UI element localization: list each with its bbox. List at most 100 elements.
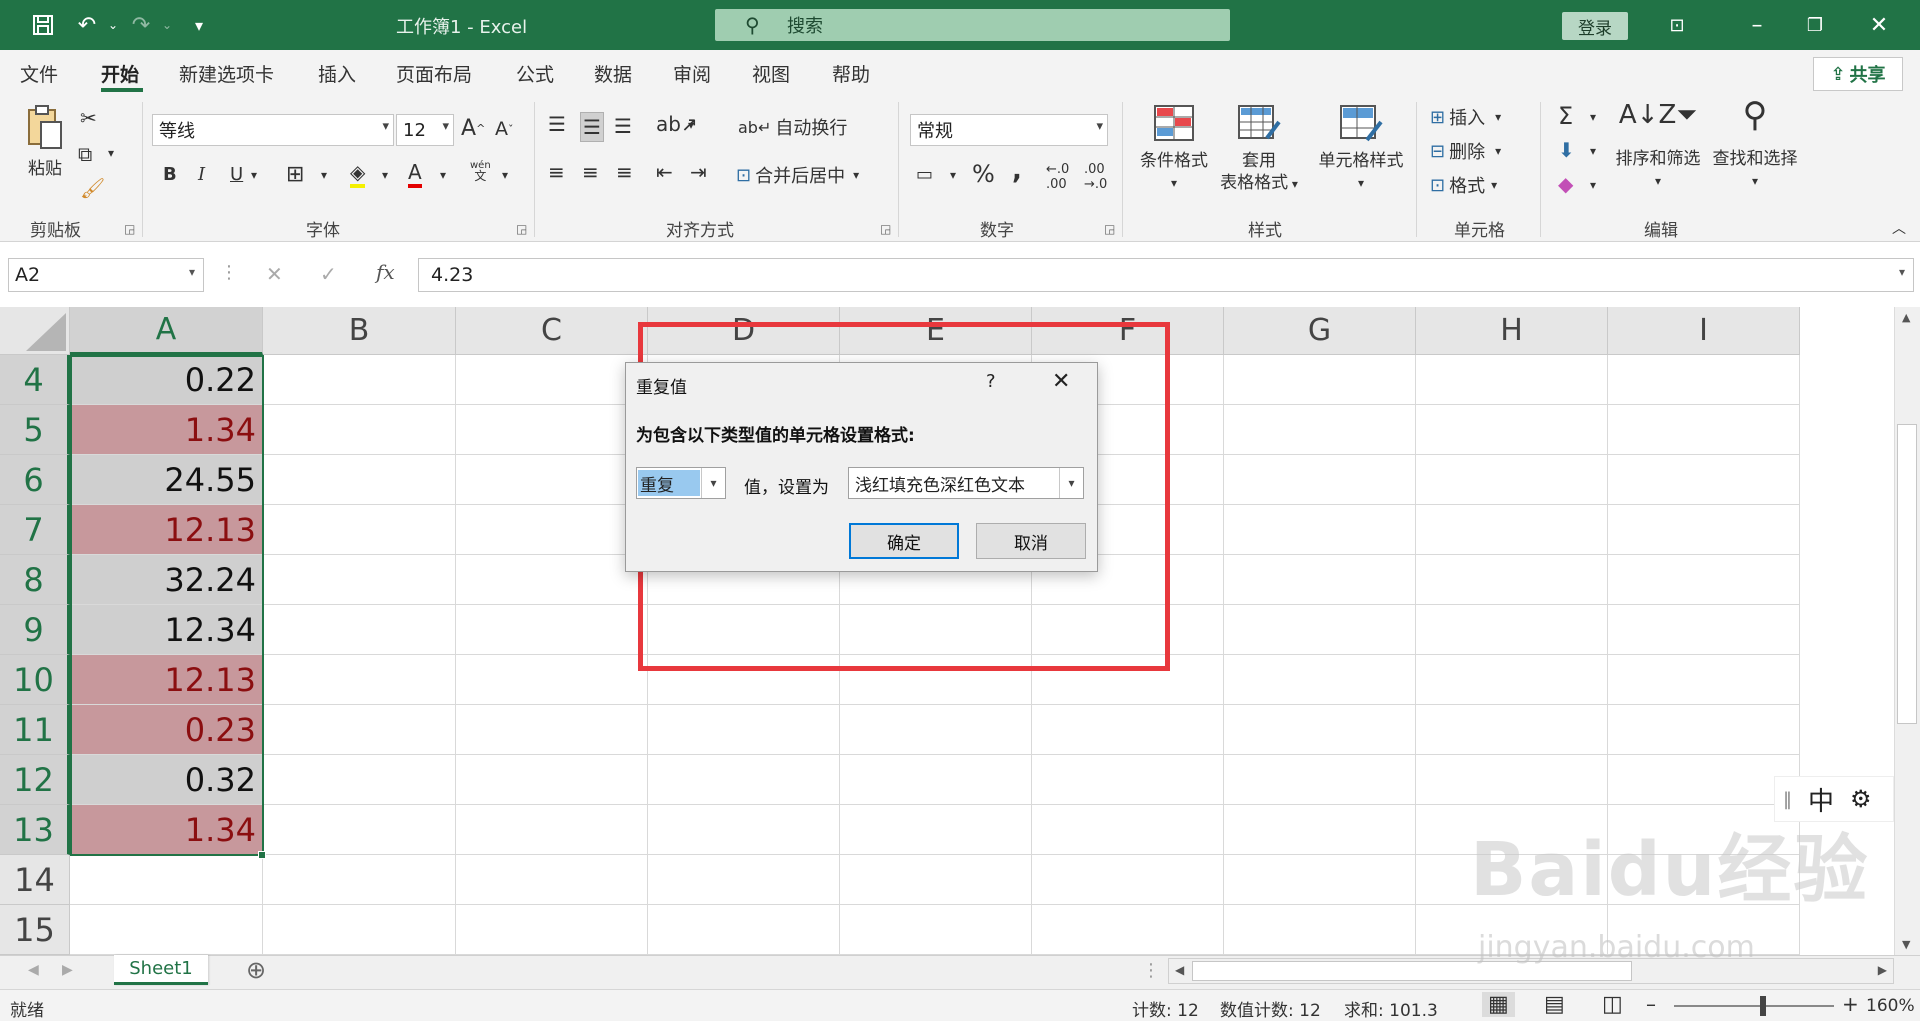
zoom-out-icon[interactable]: – [1646, 992, 1656, 1016]
italic-button[interactable]: I [198, 164, 205, 185]
normal-view-icon[interactable]: ▦ [1482, 992, 1515, 1017]
clipboard-launcher-icon[interactable]: ◲ [124, 222, 135, 236]
cancel-entry-icon[interactable]: ✕ [266, 262, 283, 286]
grid-cell[interactable] [456, 355, 648, 405]
grid-cell[interactable] [1608, 755, 1800, 805]
row-header[interactable]: 14 [0, 855, 70, 905]
column-header-i[interactable]: I [1608, 307, 1800, 355]
underline-dropdown-icon[interactable]: ▾ [251, 168, 257, 182]
phonetic-icon[interactable]: wén 文 [470, 160, 491, 182]
page-layout-view-icon[interactable]: ▤ [1544, 992, 1565, 1017]
cell-a[interactable] [70, 855, 263, 905]
accounting-dropdown-icon[interactable]: ▾ [950, 168, 956, 182]
comma-button[interactable]: , [1012, 156, 1022, 186]
grid-cell[interactable] [1416, 405, 1608, 455]
grid-cell[interactable] [263, 855, 456, 905]
row-header[interactable]: 5 [0, 405, 70, 455]
grid-cell[interactable] [840, 905, 1032, 955]
ribbon-display-icon[interactable]: ⊡ [1660, 8, 1694, 42]
grid-cell[interactable] [840, 805, 1032, 855]
alignment-launcher-icon[interactable]: ◲ [880, 222, 891, 236]
percent-button[interactable]: % [972, 160, 995, 188]
accounting-format-icon[interactable]: ▭ [916, 164, 933, 185]
fill-handle[interactable] [258, 851, 266, 859]
grid-cell[interactable] [648, 805, 840, 855]
row-header[interactable]: 15 [0, 905, 70, 955]
tab-page-layout[interactable]: 页面布局 [396, 60, 472, 87]
merge-center-button[interactable]: ⊡ 合并后居中 ▾ [736, 162, 859, 188]
wrap-text-button[interactable]: ab↵ 自动换行 [738, 114, 847, 140]
tab-file[interactable]: 文件 [20, 60, 58, 87]
grid-cell[interactable] [1608, 655, 1800, 705]
autosum-dropdown-icon[interactable]: ▾ [1590, 110, 1596, 124]
zoom-slider-thumb[interactable] [1760, 996, 1766, 1016]
help-button[interactable]: ? [986, 371, 996, 392]
grid-cell[interactable] [1608, 605, 1800, 655]
ok-button[interactable]: 确定 [849, 523, 959, 559]
grid-cell[interactable] [1032, 905, 1224, 955]
grid-cell[interactable] [1224, 355, 1416, 405]
gear-icon[interactable]: ⚙ [1850, 785, 1872, 813]
scroll-down-icon[interactable]: ▼ [1902, 938, 1910, 951]
cut-icon[interactable]: ✂ [80, 106, 97, 130]
grid-cell[interactable] [456, 555, 648, 605]
tab-home[interactable]: 开始 [101, 60, 139, 87]
format-as-table-button[interactable]: 套用 表格格式 ▾ [1214, 104, 1304, 195]
row-header[interactable]: 4 [0, 355, 70, 405]
value-type-select[interactable]: 重复 ▾ [636, 467, 726, 499]
font-size-select[interactable]: 12 ▾ [396, 114, 454, 146]
phonetic-dropdown-icon[interactable]: ▾ [502, 168, 508, 182]
format-cells-button[interactable]: ⊡ 格式 ▾ [1430, 172, 1497, 198]
grid-cell[interactable] [1416, 455, 1608, 505]
chevron-down-icon[interactable]: ▾ [189, 265, 195, 279]
orientation-dropdown-icon[interactable]: ▾ [688, 118, 694, 132]
align-middle-icon[interactable]: ☰ [580, 112, 604, 142]
grid-cell[interactable] [1608, 555, 1800, 605]
grid-cell[interactable] [1224, 555, 1416, 605]
grid-cell[interactable] [263, 455, 456, 505]
cell-a[interactable]: 12.34 [70, 605, 263, 655]
tab-view[interactable]: 视图 [752, 60, 790, 87]
grid-cell[interactable] [1416, 605, 1608, 655]
grid-cell[interactable] [1032, 705, 1224, 755]
grid-cell[interactable] [263, 755, 456, 805]
fill-color-dropdown-icon[interactable]: ▾ [382, 168, 388, 182]
grid-cell[interactable] [263, 905, 456, 955]
grid-cell[interactable] [1416, 355, 1608, 405]
grid-cell[interactable] [456, 705, 648, 755]
grid-cell[interactable] [648, 705, 840, 755]
grid-cell[interactable] [456, 405, 648, 455]
grid-cell[interactable] [1416, 505, 1608, 555]
font-launcher-icon[interactable]: ◲ [516, 222, 527, 236]
grid-cell[interactable] [263, 705, 456, 755]
grid-cell[interactable] [263, 555, 456, 605]
align-bottom-icon[interactable]: ☰ [614, 114, 632, 138]
grid-cell[interactable] [840, 705, 1032, 755]
fill-color-icon[interactable]: ◈ [350, 160, 366, 188]
save-icon[interactable] [26, 8, 60, 42]
fill-icon[interactable]: ⬇ [1558, 138, 1575, 162]
align-center-icon[interactable]: ≡ [582, 160, 599, 184]
cell-a[interactable]: 0.23 [70, 705, 263, 755]
grid-cell[interactable] [263, 355, 456, 405]
tab-formulas[interactable]: 公式 [516, 60, 554, 87]
grid-cell[interactable] [456, 755, 648, 805]
grid-cell[interactable] [1608, 455, 1800, 505]
grid-cell[interactable] [1416, 655, 1608, 705]
grid-cell[interactable] [456, 855, 648, 905]
grid-cell[interactable] [263, 605, 456, 655]
page-break-view-icon[interactable]: ◫ [1602, 992, 1623, 1017]
grid-cell[interactable] [263, 655, 456, 705]
prev-sheet-icon[interactable]: ◀ [28, 962, 39, 978]
grid-cell[interactable] [1224, 455, 1416, 505]
grid-cell[interactable] [456, 505, 648, 555]
grid-cell[interactable] [1032, 805, 1224, 855]
cell-a[interactable]: 0.22 [70, 355, 263, 405]
scroll-right-icon[interactable]: ▶ [1878, 963, 1887, 977]
cell-a[interactable]: 1.34 [70, 405, 263, 455]
cancel-button[interactable]: 取消 [976, 523, 1086, 559]
grid-cell[interactable] [840, 855, 1032, 905]
increase-decimal-icon[interactable]: ←.0.00 [1046, 162, 1069, 192]
grid-cell[interactable] [456, 905, 648, 955]
insert-cells-button[interactable]: ⊞ 插入 ▾ [1430, 104, 1501, 130]
